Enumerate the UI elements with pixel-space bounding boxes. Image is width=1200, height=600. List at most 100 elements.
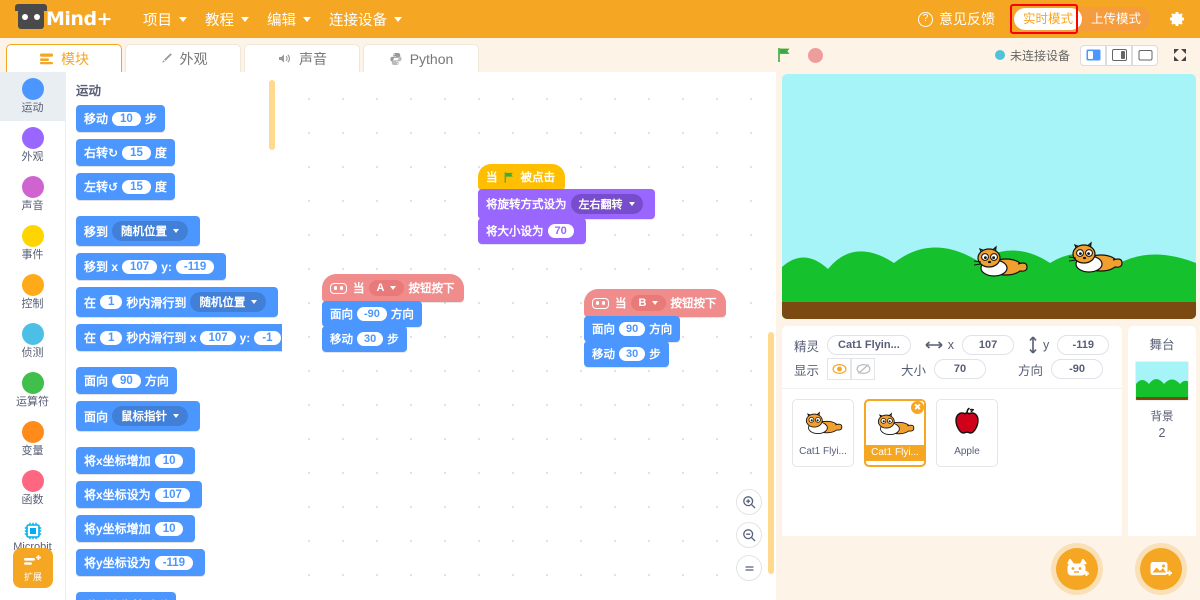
- script-block[interactable]: 将旋转方式设为左右翻转: [478, 189, 655, 219]
- block-number-input[interactable]: 10: [155, 454, 184, 468]
- mode-realtime-button[interactable]: 实时模式: [1014, 8, 1082, 30]
- script-block[interactable]: 移动30步: [584, 341, 669, 367]
- sidebar-item-operators[interactable]: 运算符: [0, 366, 65, 415]
- add-sprite-button[interactable]: [1056, 548, 1098, 590]
- block-number-input[interactable]: 107: [122, 260, 157, 274]
- tab-python[interactable]: Python: [363, 44, 479, 72]
- script-flag[interactable]: 当被点击将旋转方式设为左右翻转将大小设为70: [478, 164, 655, 243]
- block-number-input[interactable]: 90: [112, 374, 141, 388]
- script-block[interactable]: 当A按钮按下: [322, 274, 464, 302]
- block-dropdown[interactable]: A: [369, 280, 405, 296]
- sidebar-item-control[interactable]: 控制: [0, 268, 65, 317]
- workspace-scrollbar[interactable]: [768, 332, 774, 574]
- palette-block[interactable]: 移到随机位置: [76, 216, 200, 246]
- block-number-input[interactable]: 1: [100, 295, 122, 309]
- menu-item-connect-device[interactable]: 连接设备: [320, 5, 411, 34]
- palette-block[interactable]: 面向90方向: [76, 367, 177, 394]
- sidebar-item-motion[interactable]: 运动: [0, 72, 65, 121]
- add-backdrop-button[interactable]: [1140, 548, 1182, 590]
- block-number-input[interactable]: 15: [122, 180, 151, 194]
- stage-selector-panel[interactable]: 舞台 背景 2: [1128, 326, 1196, 536]
- zoom-reset-icon[interactable]: [736, 555, 762, 581]
- sprite-name-field[interactable]: Cat1 Flyin...: [827, 335, 911, 355]
- tab-sounds[interactable]: 声音: [244, 44, 360, 72]
- block-number-input[interactable]: -1: [254, 331, 280, 345]
- block-dropdown[interactable]: 左右翻转: [571, 194, 643, 214]
- menu-item-project[interactable]: 项目: [134, 5, 196, 34]
- zoom-in-icon[interactable]: [736, 489, 762, 515]
- script-button-b[interactable]: 当B按钮按下面向90方向移动30步: [584, 289, 726, 366]
- block-number-input[interactable]: 107: [155, 488, 190, 502]
- menu-item-edit[interactable]: 编辑: [258, 5, 320, 34]
- sidebar-item-variables[interactable]: 变量: [0, 415, 65, 464]
- fullscreen-icon[interactable]: [1172, 47, 1188, 63]
- block-number-input[interactable]: -90: [357, 307, 387, 321]
- palette-block[interactable]: 移动10步: [76, 105, 165, 132]
- sidebar-item-functions[interactable]: 函数: [0, 464, 65, 513]
- palette-block[interactable]: 面向鼠标指针: [76, 401, 200, 431]
- palette-block[interactable]: 将x坐标设为107: [76, 481, 202, 508]
- block-dropdown[interactable]: 随机位置: [190, 292, 266, 312]
- script-block[interactable]: 将大小设为70: [478, 218, 586, 244]
- block-number-input[interactable]: 15: [122, 146, 151, 160]
- block-number-input[interactable]: 10: [112, 112, 141, 126]
- block-number-input[interactable]: 107: [200, 331, 235, 345]
- sidebar-item-sensing[interactable]: 侦测: [0, 317, 65, 366]
- block-dropdown[interactable]: 随机位置: [112, 221, 188, 241]
- block-palette[interactable]: 运动 移动10步右转↻15度左转↺15度移到随机位置移到 x107y:-119在…: [66, 72, 282, 600]
- sidebar-item-sound[interactable]: 声音: [0, 170, 65, 219]
- script-workspace[interactable]: 当被点击将旋转方式设为左右翻转将大小设为70当A按钮按下面向-90方向移动30步…: [282, 72, 776, 600]
- small-stage-button[interactable]: [1080, 45, 1106, 66]
- list-item[interactable]: Cat1 Flyi...: [792, 399, 854, 467]
- script-block[interactable]: 当被点击: [478, 164, 565, 190]
- palette-block[interactable]: 在1秒内滑行到 x107y:-1: [76, 324, 282, 351]
- size-value-field[interactable]: 70: [934, 359, 986, 379]
- palette-block[interactable]: 将x坐标增加10: [76, 447, 195, 474]
- stage-sprite-cat1[interactable]: [972, 240, 1030, 280]
- show-visible-button[interactable]: [827, 358, 851, 380]
- stage-sprite-cat2[interactable]: [1067, 236, 1125, 276]
- block-dropdown[interactable]: 鼠标指针: [112, 406, 188, 426]
- block-number-input[interactable]: 30: [619, 347, 645, 361]
- block-number-input[interactable]: -119: [155, 556, 193, 570]
- block-number-input[interactable]: 30: [357, 332, 383, 346]
- block-number-input[interactable]: 10: [155, 522, 184, 536]
- script-block[interactable]: 移动30步: [322, 326, 407, 352]
- sidebar-item-looks[interactable]: 外观: [0, 121, 65, 170]
- script-block[interactable]: 面向90方向: [584, 316, 680, 342]
- y-value-field[interactable]: -119: [1057, 335, 1109, 355]
- block-dropdown[interactable]: B: [631, 295, 667, 311]
- add-extension-button[interactable]: 扩展: [13, 548, 53, 588]
- script-button-a[interactable]: 当A按钮按下面向-90方向移动30步: [322, 274, 464, 351]
- feedback-button[interactable]: ? 意见反馈: [918, 9, 995, 29]
- zoom-out-icon[interactable]: [736, 522, 762, 548]
- direction-value-field[interactable]: -90: [1051, 359, 1103, 379]
- backdrop-thumbnail[interactable]: [1135, 361, 1189, 401]
- palette-block[interactable]: 将y坐标增加10: [76, 515, 195, 542]
- block-number-input[interactable]: 70: [548, 224, 574, 238]
- palette-block[interactable]: 在1秒内滑行到随机位置: [76, 287, 278, 317]
- script-block[interactable]: 当B按钮按下: [584, 289, 726, 317]
- block-number-input[interactable]: 1: [100, 331, 122, 345]
- palette-block[interactable]: 将y坐标设为-119: [76, 549, 205, 576]
- show-hidden-button[interactable]: [851, 358, 875, 380]
- tab-blocks[interactable]: 模块: [6, 44, 122, 72]
- stop-button[interactable]: [808, 48, 823, 63]
- tab-costumes[interactable]: 外观: [125, 44, 241, 72]
- palette-block[interactable]: 右转↻15度: [76, 139, 175, 166]
- script-block[interactable]: 面向-90方向: [322, 301, 422, 327]
- delete-sprite-icon[interactable]: ✖: [909, 399, 926, 416]
- list-item[interactable]: Apple: [936, 399, 998, 467]
- medium-stage-button[interactable]: [1106, 45, 1132, 66]
- menu-item-tutorial[interactable]: 教程: [196, 5, 258, 34]
- sidebar-item-events[interactable]: 事件: [0, 219, 65, 268]
- green-flag-icon[interactable]: [776, 46, 794, 64]
- large-stage-button[interactable]: [1132, 45, 1158, 66]
- list-item[interactable]: ✖ Cat1 Flyi...: [864, 399, 926, 467]
- palette-block[interactable]: 碰到边缘就反弹: [76, 592, 176, 600]
- block-number-input[interactable]: -119: [176, 260, 214, 274]
- palette-block[interactable]: 左转↺15度: [76, 173, 175, 200]
- block-number-input[interactable]: 90: [619, 322, 645, 336]
- mode-upload-button[interactable]: 上传模式: [1082, 7, 1150, 31]
- x-value-field[interactable]: 107: [962, 335, 1014, 355]
